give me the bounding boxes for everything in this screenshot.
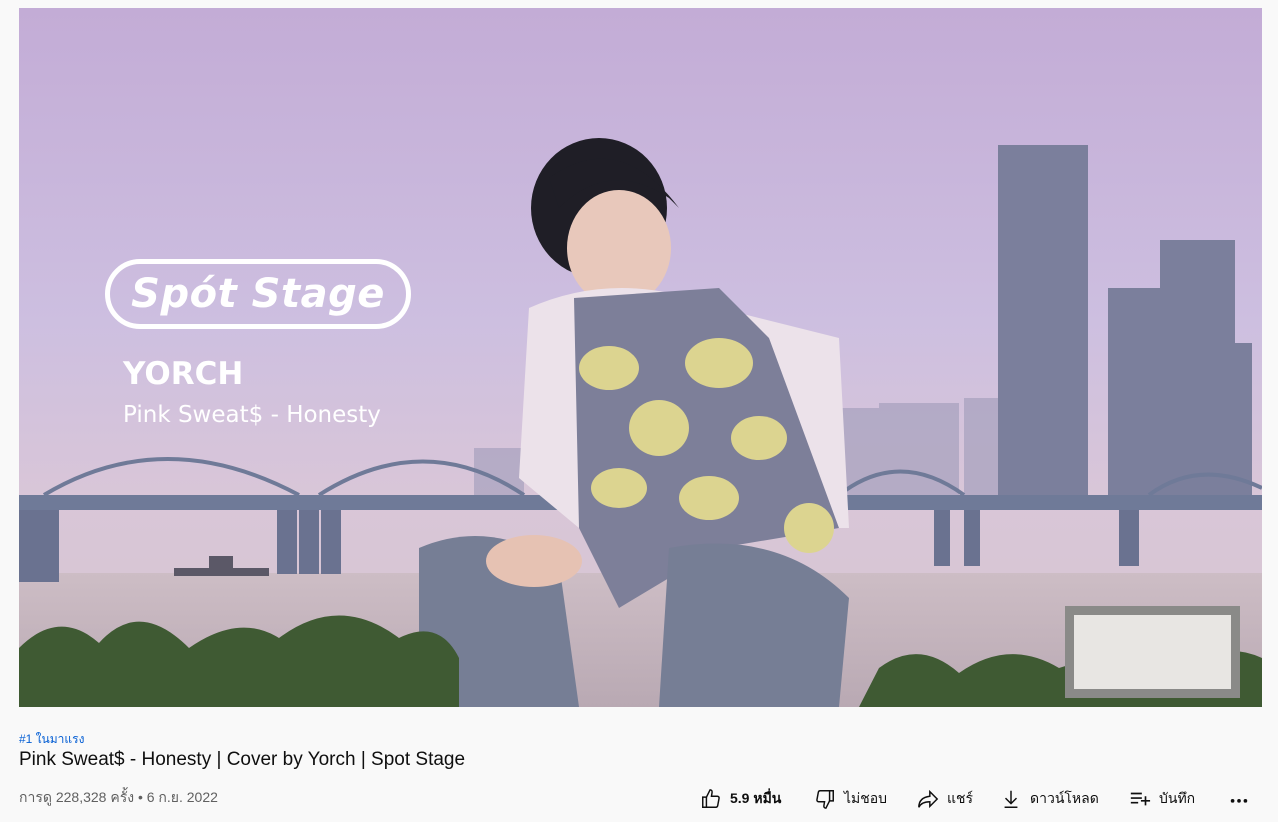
trending-badge[interactable]: #1 ในมาแรง bbox=[19, 730, 84, 749]
more-actions-button[interactable] bbox=[1228, 786, 1250, 812]
dislike-label: ไม่ชอบ bbox=[844, 790, 888, 806]
channel-logo: Spót Stage bbox=[105, 259, 411, 329]
overlay-artist-name: YORCH bbox=[123, 356, 244, 392]
more-horizontal-icon bbox=[1230, 799, 1248, 803]
download-button[interactable]: ดาวน์โหลด bbox=[1000, 786, 1099, 812]
playlist-add-icon bbox=[1130, 792, 1151, 806]
video-title: Pink Sweat$ - Honesty | Cover by Yorch |… bbox=[19, 749, 466, 770]
save-button[interactable]: บันทึก bbox=[1129, 786, 1195, 812]
dislike-button[interactable]: ไม่ชอบ bbox=[814, 786, 887, 812]
overlay-song-title: Pink Sweat$ - Honesty bbox=[123, 402, 381, 428]
thumbs-up-icon bbox=[702, 789, 720, 808]
download-icon bbox=[1004, 790, 1018, 808]
thumbs-down-icon bbox=[816, 790, 834, 809]
like-count: 5.9 หมื่น bbox=[730, 790, 782, 806]
download-label: ดาวน์โหลด bbox=[1030, 790, 1099, 806]
share-arrow-icon bbox=[918, 789, 939, 809]
like-button[interactable]: 5.9 หมื่น bbox=[700, 786, 781, 812]
share-button[interactable]: แชร์ bbox=[917, 786, 973, 812]
video-player[interactable]: Spót Stage YORCH Pink Sweat$ - Honesty bbox=[19, 8, 1262, 707]
share-label: แชร์ bbox=[947, 790, 974, 806]
action-bar: 5.9 หมื่น ไม่ชอบ แชร์ ดาวน์โหลด บันทึก bbox=[0, 786, 1278, 812]
save-label: บันทึก bbox=[1159, 790, 1196, 806]
